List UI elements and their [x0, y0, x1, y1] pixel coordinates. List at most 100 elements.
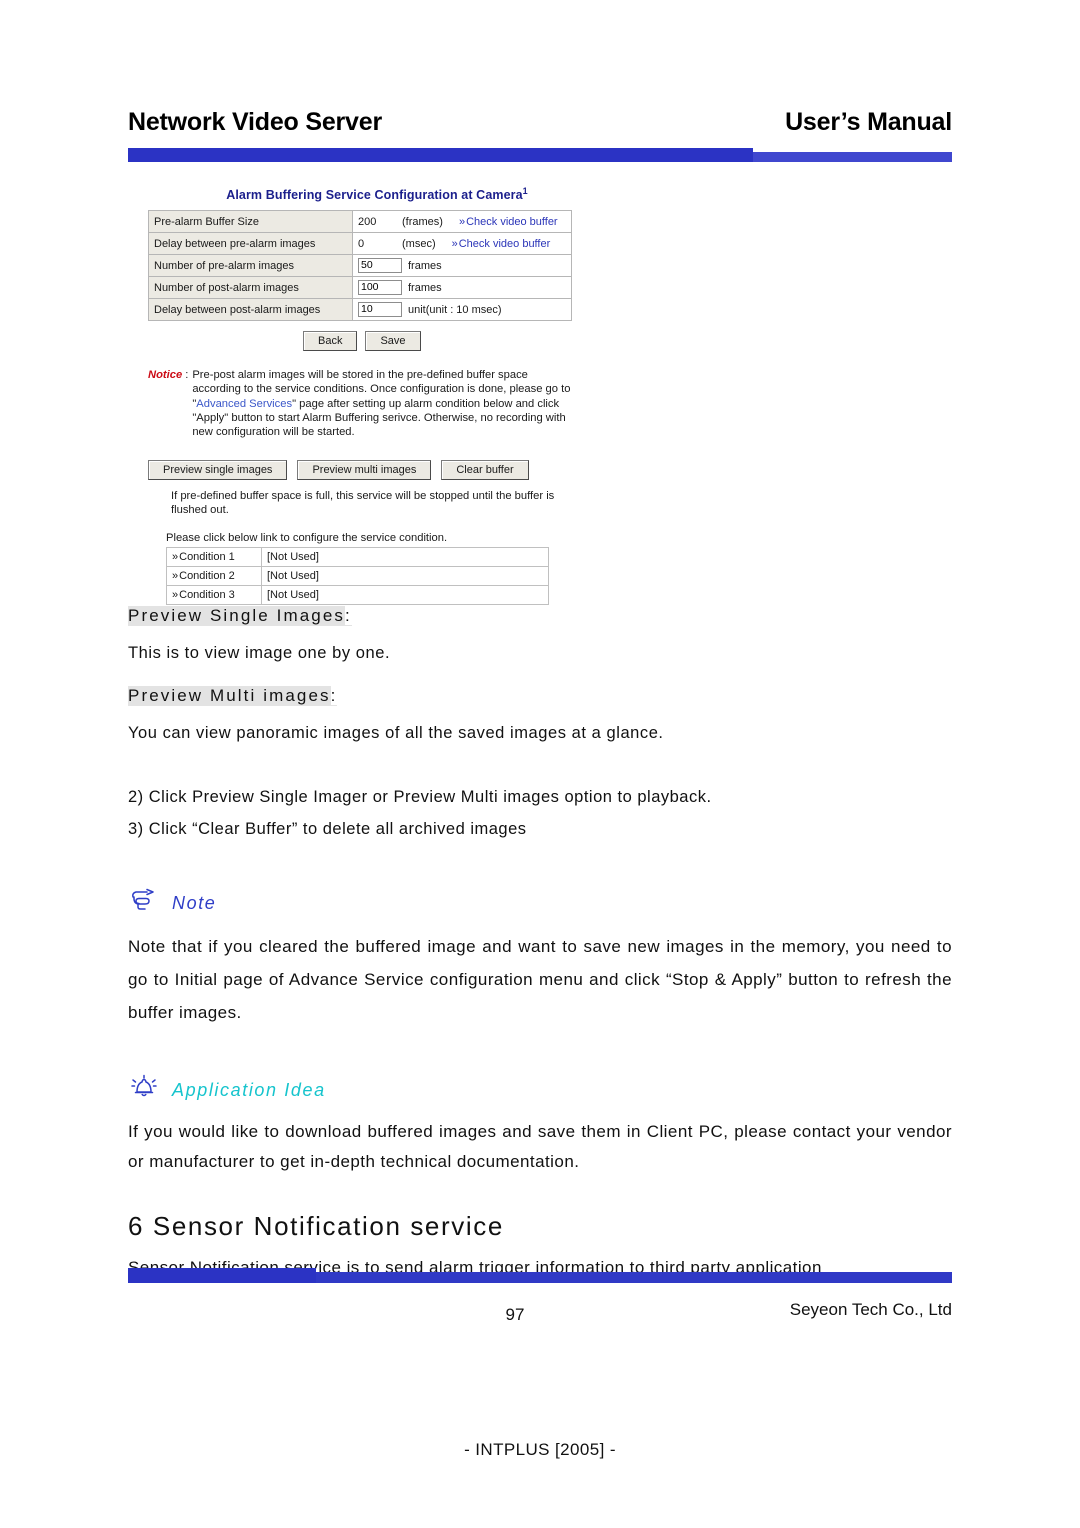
preview-multi-images-heading-text: Preview Multi images — [128, 686, 331, 705]
preview-multi-images-description: You can view panoramic images of all the… — [128, 724, 664, 742]
advanced-services-link[interactable]: Advanced Services — [196, 398, 292, 410]
app-panel-title-text: Alarm Buffering Service Configuration at… — [226, 188, 523, 203]
condition-1-link[interactable]: » Condition 1 — [166, 546, 262, 567]
clear-buffer-button[interactable]: Clear buffer — [441, 460, 529, 481]
condition-3-label: Condition 3 — [179, 588, 235, 601]
number-pre-alarm-images-input[interactable]: 50 — [358, 258, 402, 274]
app-panel-title-superscript: 1 — [522, 186, 528, 196]
preview-multi-images-button[interactable]: Preview multi images — [297, 460, 432, 481]
condition-1-label: Condition 1 — [179, 550, 235, 563]
number-post-alarm-images-input[interactable]: 100 — [358, 280, 402, 296]
condition-intro-text: Please click below link to configure the… — [166, 531, 448, 544]
config-value-cell: 10 unit(unit : 10 msec) — [352, 298, 572, 322]
alarm-buffer-config-table: Pre-alarm Buffer Size 200 (frames)» Check … — [148, 210, 572, 322]
preview-multi-heading-colon: : — [330, 686, 338, 705]
config-unit: unit(unit : 10 msec) — [408, 303, 502, 316]
notice-block: Notice : Pre-post alarm images will be s… — [148, 368, 578, 439]
note-text: Note that if you cleared the buffered im… — [128, 937, 952, 1022]
header-bar-right-segment — [753, 152, 952, 162]
list-item: » Condition 1 [Not Used] — [166, 546, 549, 567]
table-row: Delay between post-alarm images 10 unit(u… — [148, 298, 572, 322]
preview-single-images-heading-text: Preview Single Images — [128, 606, 346, 625]
application-idea-label: Application Idea — [172, 1080, 326, 1100]
preview-button-row: Preview single images Preview multi imag… — [148, 460, 578, 481]
table-row: Number of pre-alarm images 50 frames — [148, 254, 572, 278]
footer-watermark: - INTPLUS [2005] - — [464, 1440, 616, 1459]
page-header: Network Video Server User’s Manual — [128, 108, 952, 166]
header-divider-bar — [128, 148, 952, 166]
footer-bar-right-segment — [316, 1272, 952, 1283]
condition-1-status: [Not Used] — [261, 546, 549, 567]
condition-2-link[interactable]: » Condition 2 — [166, 565, 262, 586]
condition-2-label: Condition 2 — [179, 569, 235, 582]
preview-single-images-heading: Preview Single Images: — [128, 606, 352, 626]
config-label: Pre-alarm Buffer Size — [148, 210, 353, 234]
config-value-cell: 0 (msec) » Check video buffer — [352, 232, 572, 256]
form-button-row: Back Save — [303, 331, 578, 352]
config-unit: frames — [408, 259, 442, 272]
preview-multi-images-heading: Preview Multi images: — [128, 686, 338, 706]
delay-pre-alarm-value: 0 — [358, 237, 365, 250]
page-title: 6 Sensor Notification service — [128, 1211, 504, 1241]
note-label: Note — [172, 893, 217, 913]
double-chevron-icon: » — [172, 569, 178, 582]
config-label: Delay between pre-alarm images — [148, 232, 353, 256]
double-chevron-icon: » — [458, 215, 465, 228]
save-button[interactable]: Save — [365, 331, 421, 352]
delay-post-alarm-images-input[interactable]: 10 — [358, 302, 402, 318]
config-unit: (frames) — [402, 215, 443, 228]
config-value-cell: 100 frames — [352, 276, 572, 300]
config-label: Number of pre-alarm images — [148, 254, 353, 278]
preview-single-images-description: This is to view image one by one. — [128, 644, 391, 662]
config-value-cell: 50 frames — [352, 254, 572, 278]
condition-3-status: [Not Used] — [261, 584, 549, 605]
notice-body: Pre-post alarm images will be stored in … — [192, 368, 574, 439]
pointing-hand-icon — [128, 884, 162, 914]
double-chevron-icon: » — [451, 237, 458, 250]
config-unit: (msec) — [402, 237, 436, 250]
note-callout-header: Note — [128, 884, 952, 914]
idea-callout-header: Application Idea — [128, 1071, 952, 1101]
preview-single-images-button[interactable]: Preview single images — [148, 460, 288, 481]
check-video-buffer-link[interactable]: » Check video buffer — [452, 238, 551, 250]
list-item: » Condition 2 [Not Used] — [166, 565, 549, 586]
notice-tag-label: Notice — [148, 369, 183, 382]
footer-bar-left-segment — [128, 1268, 316, 1283]
list-item: » Condition 3 [Not Used] — [166, 584, 549, 605]
notice-tag: Notice — [148, 368, 185, 439]
footer-company-name: Seyeon Tech Co., Ltd — [789, 1300, 952, 1319]
double-chevron-icon: » — [172, 588, 178, 601]
pre-alarm-buffer-size-value: 200 — [358, 215, 377, 228]
check-video-buffer-link[interactable]: » Check video buffer — [459, 216, 558, 228]
back-button[interactable]: Back — [303, 331, 358, 352]
footer-divider-bar — [128, 1268, 952, 1286]
config-value-cell: 200 (frames) » Check video buffer — [352, 210, 572, 234]
application-idea-text: If you would like to download buffered i… — [128, 1122, 952, 1171]
header-manual-title: User’s Manual — [785, 108, 952, 136]
preview-single-heading-colon: : — [345, 606, 352, 625]
app-panel-title: Alarm Buffering Service Configuration at… — [176, 186, 578, 202]
double-chevron-icon: » — [172, 550, 178, 563]
check-video-buffer-label: Check video buffer — [466, 215, 558, 228]
embedded-app-screenshot: Alarm Buffering Service Configuration at… — [148, 186, 578, 605]
step-3-text: 3) Click “Clear Buffer” to delete all ar… — [128, 820, 527, 838]
condition-3-link[interactable]: » Condition 3 — [166, 584, 262, 605]
table-row: Number of post-alarm images 100 frames — [148, 276, 572, 300]
config-label: Delay between post-alarm images — [148, 298, 353, 322]
ringing-bell-icon — [128, 1071, 162, 1101]
notice-separator: : — [185, 369, 189, 382]
service-condition-table: » Condition 1 [Not Used] » Condition 2 [No… — [166, 546, 549, 605]
buffer-full-hint: If pre-defined buffer space is full, thi… — [171, 490, 555, 517]
table-row: Delay between pre-alarm images 0 (msec) » C… — [148, 232, 572, 256]
preview-multi-heading-line: Preview Multi images: — [128, 686, 952, 722]
check-video-buffer-label: Check video buffer — [458, 237, 551, 250]
step-2-text: 2) Click Preview Single Imager or Previe… — [128, 788, 712, 806]
config-label: Number of post-alarm images — [148, 276, 353, 300]
header-bar-left-segment — [128, 148, 753, 162]
condition-2-status: [Not Used] — [261, 565, 549, 586]
header-product-title: Network Video Server — [128, 108, 382, 136]
table-row: Pre-alarm Buffer Size 200 (frames) » Check … — [148, 210, 572, 234]
